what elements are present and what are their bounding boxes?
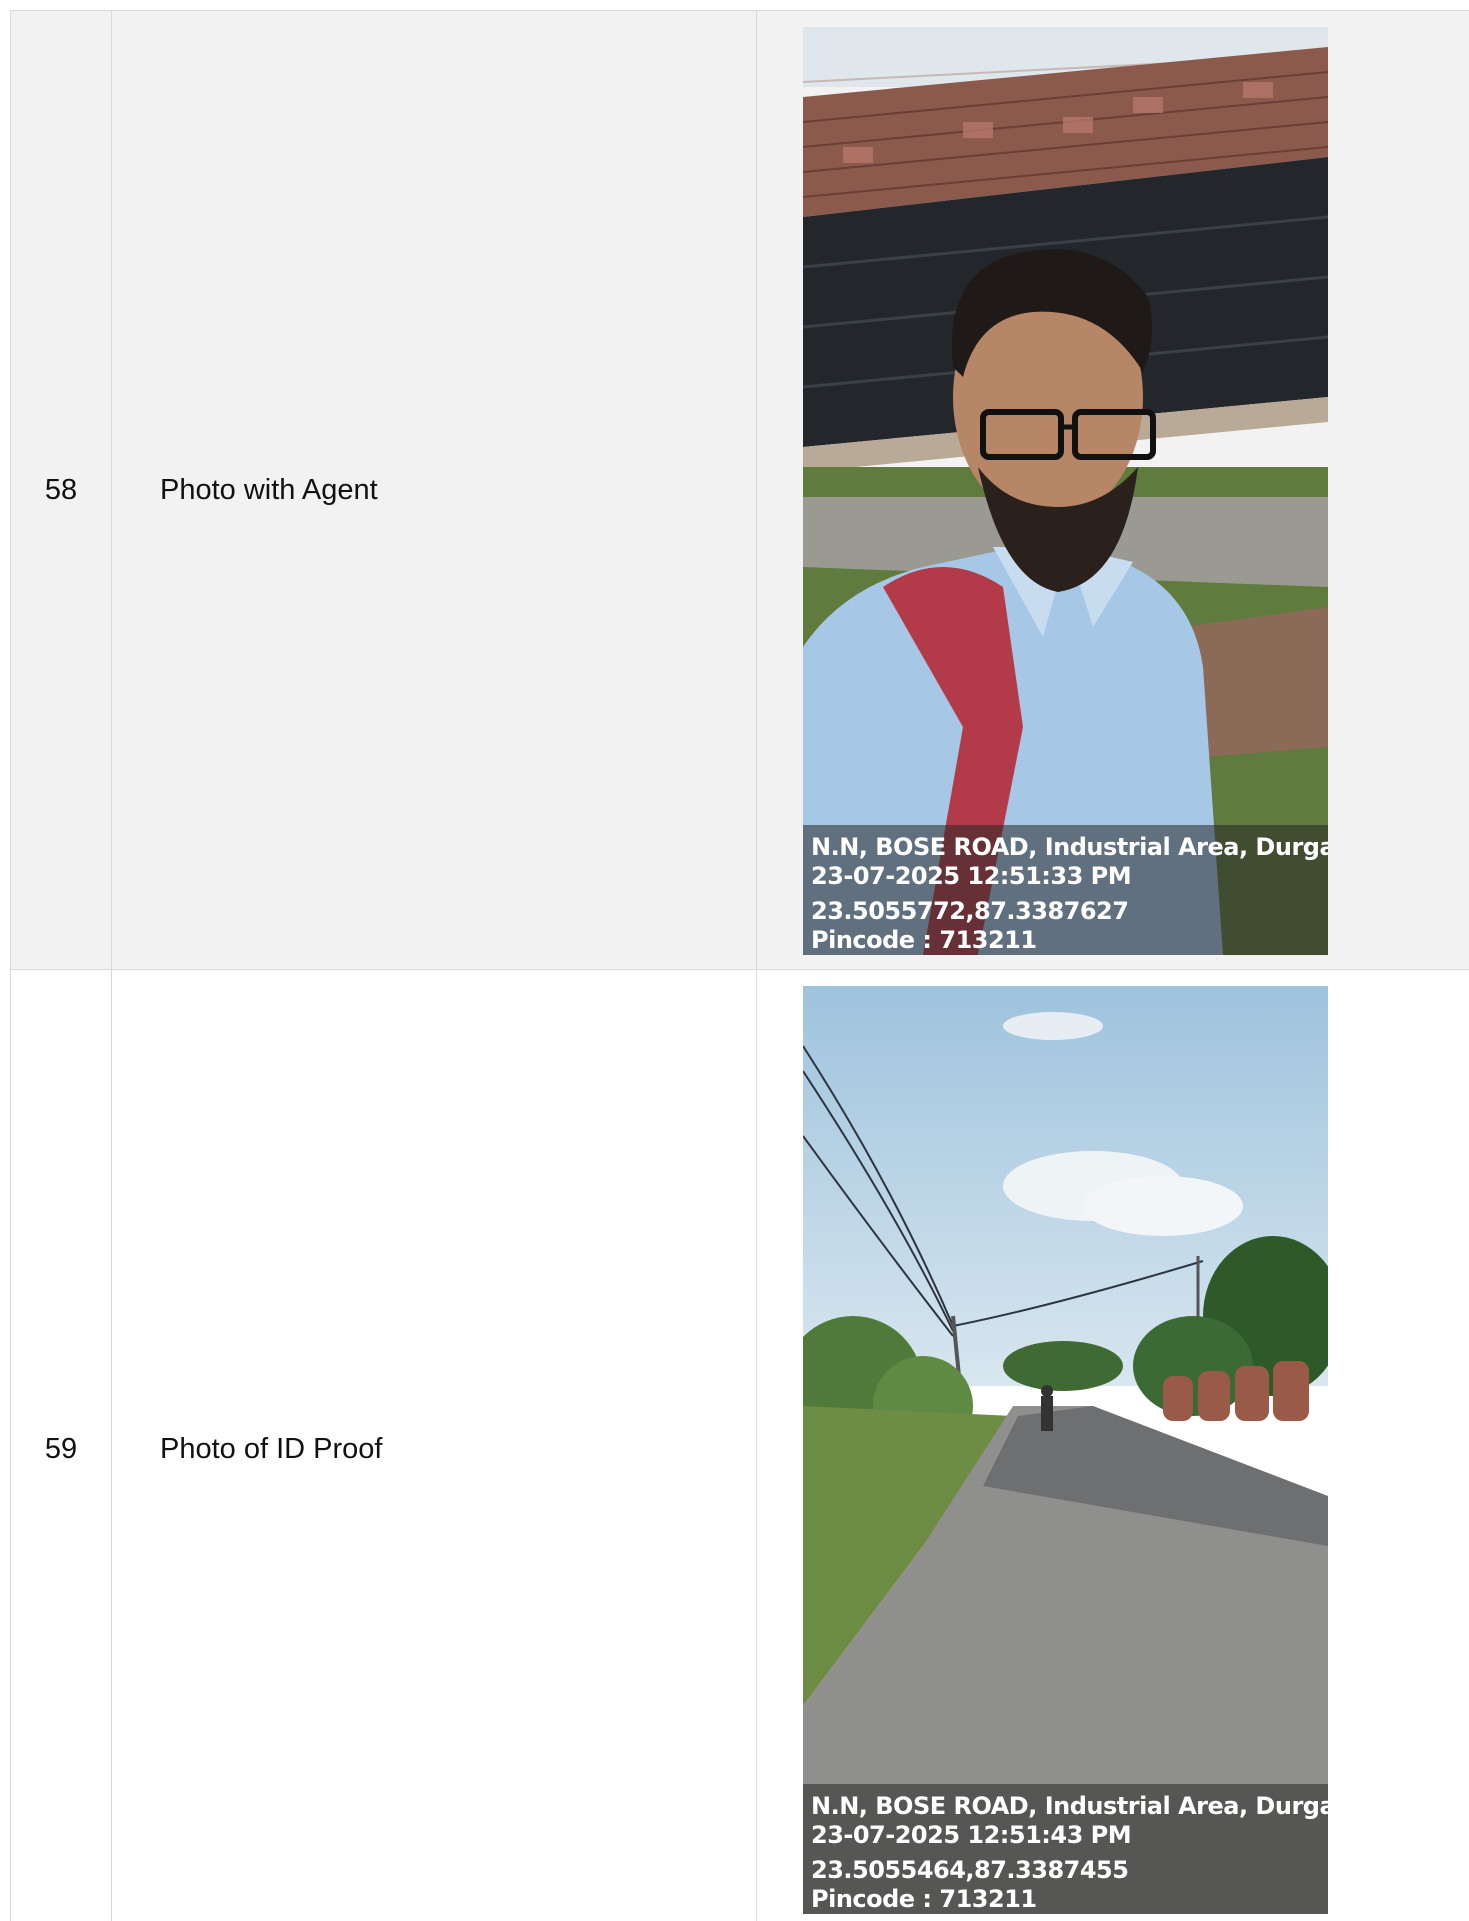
agent-selfie-photo[interactable]: N.N, BOSE ROAD, Industrial Area, Durgapu… <box>803 27 1328 955</box>
row-number: 58 <box>10 10 112 970</box>
selfie-image <box>803 27 1328 955</box>
row-label: Photo of ID Proof <box>111 969 757 1921</box>
table-row: 58 Photo with Agent N.N, BOSE ROAD, Indu… <box>10 10 1469 970</box>
geo-stamp: N.N, BOSE ROAD, Industrial Area, Durgapu… <box>803 1784 1328 1914</box>
row-number: 59 <box>10 969 112 1921</box>
road-image <box>803 986 1328 1914</box>
stamp-pincode: Pincode : 713211 <box>811 926 1037 954</box>
stamp-datetime: 23-07-2025 12:51:43 PM <box>811 1821 1132 1849</box>
table-row: 59 Photo of ID Proof N.N, BOSE ROAD, Ind… <box>10 969 1469 1921</box>
stamp-address: N.N, BOSE ROAD, Industrial Area, Durgapu… <box>811 1792 1328 1820</box>
row-label: Photo with Agent <box>111 10 757 970</box>
id-proof-photo[interactable]: N.N, BOSE ROAD, Industrial Area, Durgapu… <box>803 986 1328 1914</box>
stamp-datetime: 23-07-2025 12:51:33 PM <box>811 862 1132 890</box>
photo-table: 58 Photo with Agent N.N, BOSE ROAD, Indu… <box>10 10 1469 1921</box>
photo-cell: N.N, BOSE ROAD, Industrial Area, Durgapu… <box>756 10 1469 970</box>
report-sheet: 58 Photo with Agent N.N, BOSE ROAD, Indu… <box>0 0 1469 1921</box>
stamp-pincode: Pincode : 713211 <box>811 1885 1037 1913</box>
stamp-coordinates: 23.5055772,87.3387627 <box>811 897 1129 925</box>
stamp-coordinates: 23.5055464,87.3387455 <box>811 1856 1129 1884</box>
stamp-address: N.N, BOSE ROAD, Industrial Area, Durgapu… <box>811 833 1328 861</box>
geo-stamp: N.N, BOSE ROAD, Industrial Area, Durgapu… <box>803 825 1328 955</box>
photo-cell: N.N, BOSE ROAD, Industrial Area, Durgapu… <box>756 969 1469 1921</box>
